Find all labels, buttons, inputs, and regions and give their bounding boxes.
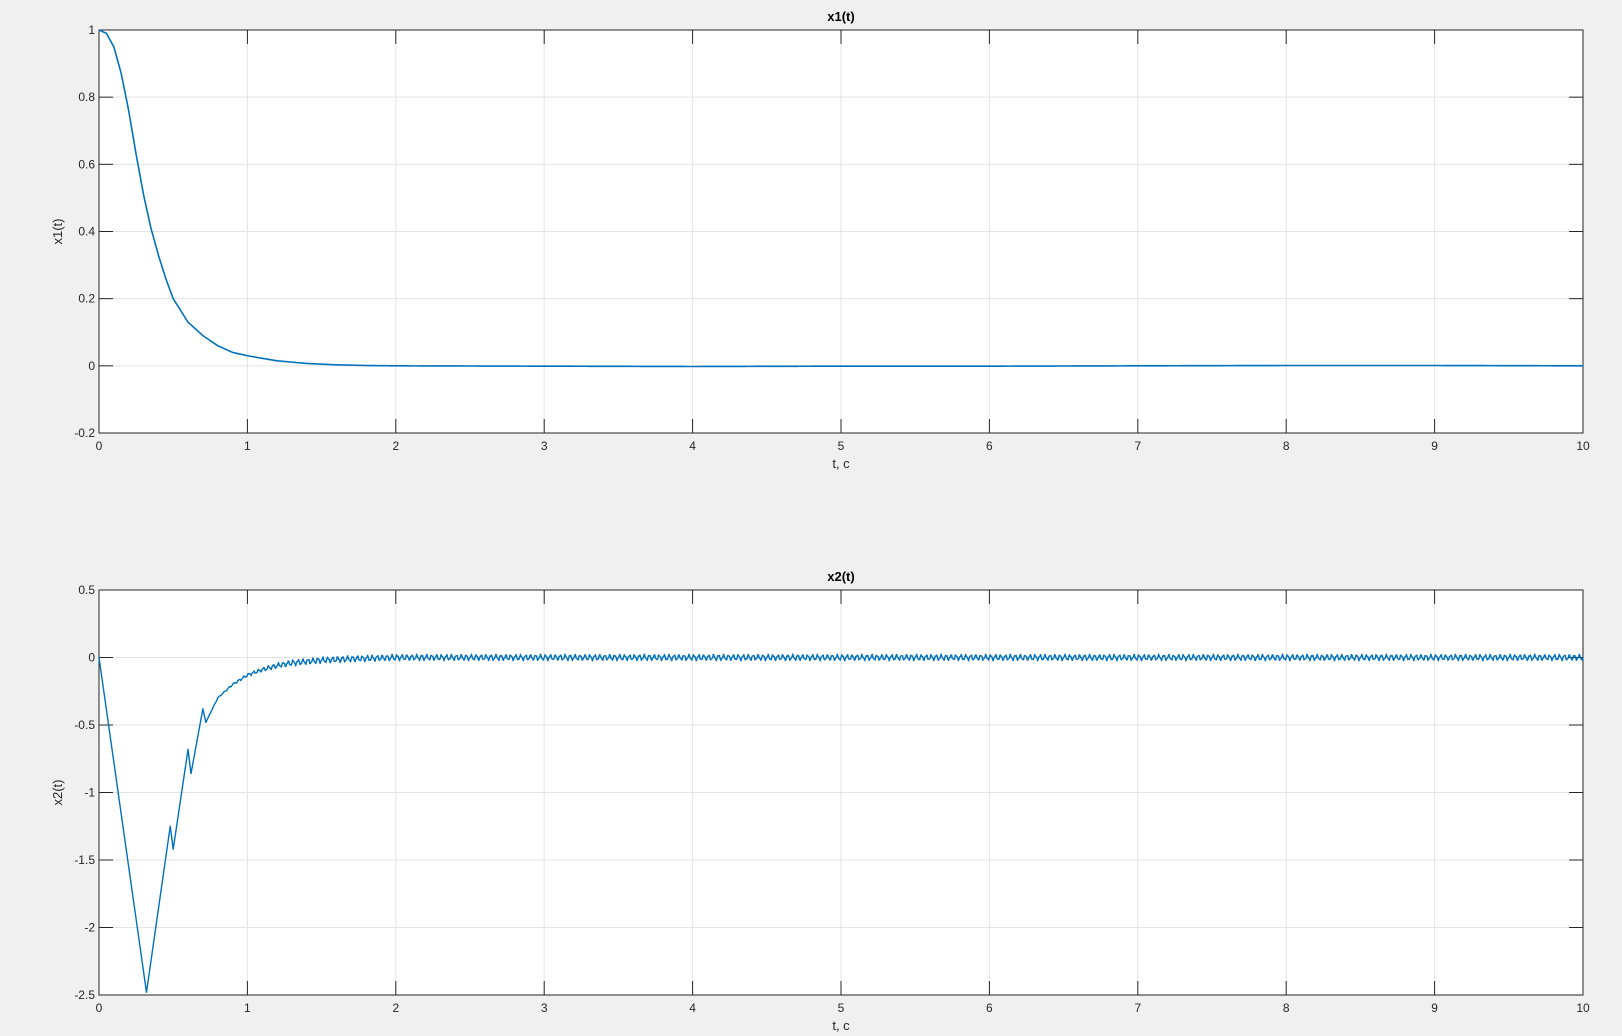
y-tick-label: 0.5: [78, 583, 95, 597]
y-tick-label: 0: [88, 359, 95, 373]
y-tick-label: -2.5: [74, 988, 95, 1002]
chart-title: x2(t): [827, 569, 854, 584]
x-tick-label: 4: [689, 1001, 696, 1015]
x-axis-label: t, c: [832, 456, 850, 471]
x-tick-label: 10: [1576, 439, 1590, 453]
x-tick-label: 5: [838, 1001, 845, 1015]
y-tick-label: -1.5: [74, 853, 95, 867]
y-tick-label: 0.8: [78, 90, 95, 104]
x-tick-label: 8: [1283, 439, 1290, 453]
x-tick-label: 2: [392, 1001, 399, 1015]
x-tick-label: 10: [1576, 1001, 1590, 1015]
y-tick-label: 1: [88, 23, 95, 37]
y-tick-label: -0.5: [74, 718, 95, 732]
x-tick-label: 4: [689, 439, 696, 453]
x-tick-label: 8: [1283, 1001, 1290, 1015]
y-tick-label: 0.2: [78, 292, 95, 306]
x-tick-label: 7: [1134, 1001, 1141, 1015]
subplot-x1: 0 1 2 3 4 5 6 7 8 9 10-0.200.20.40.60.81x1(t)t, cx…: [50, 9, 1590, 471]
y-tick-label: -1: [84, 786, 95, 800]
x-tick-label: 3: [541, 439, 548, 453]
subplot-x2: 0 1 2 3 4 5 6 7 8 9 10 -2.5 -2 -1.5 -1 -0.5 0 0.5 x2(t) t, …: [50, 569, 1590, 1033]
x-tick-label: 9: [1431, 1001, 1438, 1015]
y-axis-label: x2(t): [50, 780, 65, 806]
y-tick-label: 0.6: [78, 157, 95, 171]
x-axis-label: t, c: [832, 1018, 850, 1033]
x-tick-label: 0: [96, 439, 103, 453]
y-tick-label: 0: [88, 651, 95, 665]
x-tick-label: 0: [96, 1001, 103, 1015]
y-tick-label: -2: [84, 921, 95, 935]
x-tick-label: 3: [541, 1001, 548, 1015]
y-axis-label: x1(t): [50, 219, 65, 245]
x-tick-label: 9: [1431, 439, 1438, 453]
y-tick-label: -0.2: [74, 426, 95, 440]
x-tick-label: 6: [986, 439, 993, 453]
x-tick-label: 1: [244, 439, 251, 453]
x-tick-label: 1: [244, 1001, 251, 1015]
x-tick-label: 7: [1134, 439, 1141, 453]
figure: 0 1 2 3 4 5 6 7 8 9 10-0.200.20.40.60.81x1(t)t, cx…: [0, 0, 1622, 1036]
x-tick-label: 6: [986, 1001, 993, 1015]
y-tick-label: 0.4: [78, 225, 95, 239]
x-tick-label: 2: [392, 439, 399, 453]
chart-title: x1(t): [827, 9, 854, 24]
x-tick-label: 5: [838, 439, 845, 453]
